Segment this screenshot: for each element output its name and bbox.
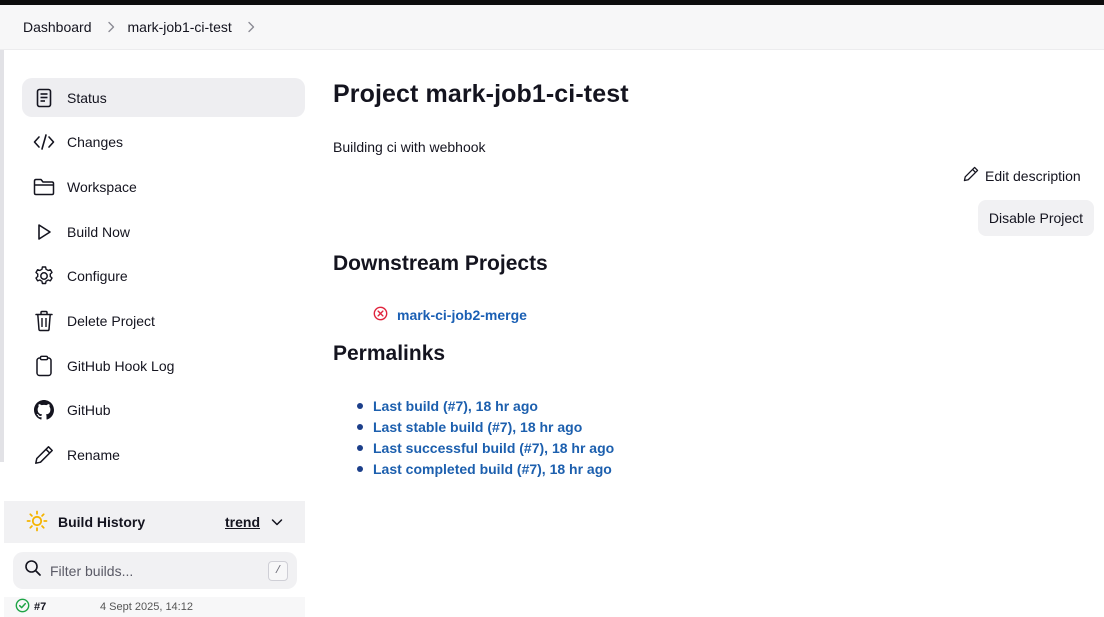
- build-row[interactable]: #7 4 Sept 2025, 14:12: [4, 597, 305, 617]
- list-item: Last successful build (#7), 18 hr ago: [357, 437, 614, 458]
- bullet: [357, 423, 363, 430]
- status-document-icon: [33, 87, 55, 109]
- sidebar-item-rename[interactable]: Rename: [22, 436, 305, 475]
- permalink-last-stable-build[interactable]: Last stable build (#7), 18 hr ago: [373, 419, 582, 435]
- build-history-title: Build History: [58, 514, 146, 530]
- permalink-last-completed-build[interactable]: Last completed build (#7), 18 hr ago: [373, 461, 612, 477]
- chevron-right-icon[interactable]: [244, 20, 258, 34]
- sidebar-item-status[interactable]: Status: [22, 78, 305, 117]
- clipboard-icon: [33, 355, 55, 377]
- filter-builds-input[interactable]: [50, 562, 250, 579]
- github-icon: [33, 399, 55, 421]
- breadcrumb-dashboard[interactable]: Dashboard: [23, 19, 92, 35]
- sidebar-item-label: Workspace: [67, 178, 137, 195]
- sidebar-item-label: Build Now: [67, 223, 131, 240]
- keyboard-shortcut-hint: /: [268, 561, 288, 581]
- main-content: Project mark-job1-ci-test Building ci wi…: [333, 78, 1094, 477]
- disable-project-button[interactable]: Disable Project: [978, 200, 1094, 236]
- sidebar-item-label: Configure: [67, 268, 128, 285]
- build-number[interactable]: #7: [34, 601, 46, 613]
- bullet: [357, 465, 363, 472]
- sidebar-item-changes[interactable]: Changes: [22, 123, 305, 162]
- sidebar-item-label: GitHub: [67, 402, 111, 419]
- sidebar: Status Changes Workspace Build Now Confi…: [22, 78, 305, 480]
- edit-description-label: Edit description: [985, 167, 1081, 184]
- sun-icon: [26, 510, 48, 535]
- downstream-project-link[interactable]: mark-ci-job2-merge: [397, 307, 527, 323]
- sidebar-item-label: Changes: [67, 134, 124, 151]
- sidebar-item-configure[interactable]: Configure: [22, 257, 305, 296]
- sidebar-item-github-hook-log[interactable]: GitHub Hook Log: [22, 346, 305, 385]
- permalink-last-build[interactable]: Last build (#7), 18 hr ago: [373, 398, 538, 414]
- build-history-header: Build History trend: [4, 501, 305, 543]
- play-icon: [33, 221, 55, 243]
- project-description: Building ci with webhook: [333, 139, 486, 155]
- sidebar-item-github[interactable]: GitHub: [22, 391, 305, 430]
- failed-status-icon: [373, 306, 397, 324]
- breadcrumb: Dashboard mark-job1-ci-test: [0, 5, 1104, 50]
- list-item: Last build (#7), 18 hr ago: [357, 395, 614, 416]
- trash-icon: [33, 310, 55, 332]
- list-item: Last stable build (#7), 18 hr ago: [357, 416, 614, 437]
- code-icon: [33, 131, 55, 153]
- folder-icon: [33, 176, 55, 198]
- gear-icon: [33, 265, 55, 287]
- scrollbar-track[interactable]: [0, 50, 4, 462]
- permalink-last-successful-build[interactable]: Last successful build (#7), 18 hr ago: [373, 440, 614, 456]
- list-item: Last completed build (#7), 18 hr ago: [357, 458, 614, 479]
- sidebar-item-label: Delete Project: [67, 312, 155, 329]
- filter-builds-field[interactable]: /: [13, 552, 297, 589]
- sidebar-item-workspace[interactable]: Workspace: [22, 167, 305, 206]
- downstream-project-item: mark-ci-job2-merge: [373, 306, 527, 324]
- pencil-icon: [33, 444, 55, 466]
- build-date: 4 Sept 2025, 14:12: [100, 601, 193, 613]
- breadcrumb-project[interactable]: mark-job1-ci-test: [128, 19, 232, 35]
- chevron-right-icon[interactable]: [104, 20, 118, 34]
- sidebar-item-label: Status: [67, 89, 107, 106]
- sidebar-item-delete-project[interactable]: Delete Project: [22, 301, 305, 340]
- sidebar-item-label: GitHub Hook Log: [67, 357, 175, 374]
- trend-link[interactable]: trend: [225, 514, 260, 530]
- pencil-icon: [963, 166, 985, 185]
- permalinks-list: Last build (#7), 18 hr ago Last stable b…: [357, 395, 614, 479]
- bullet: [357, 444, 363, 451]
- bullet: [357, 402, 363, 409]
- sidebar-item-label: Rename: [67, 447, 120, 463]
- sidebar-item-build-now[interactable]: Build Now: [22, 212, 305, 251]
- downstream-projects-heading: Downstream Projects: [333, 252, 548, 275]
- edit-description-link[interactable]: Edit description: [963, 166, 1081, 185]
- permalinks-heading: Permalinks: [333, 342, 446, 365]
- chevron-down-icon[interactable]: [270, 515, 284, 532]
- page-title: Project mark-job1-ci-test: [333, 80, 629, 108]
- search-icon: [24, 559, 42, 582]
- success-check-icon: [15, 598, 30, 616]
